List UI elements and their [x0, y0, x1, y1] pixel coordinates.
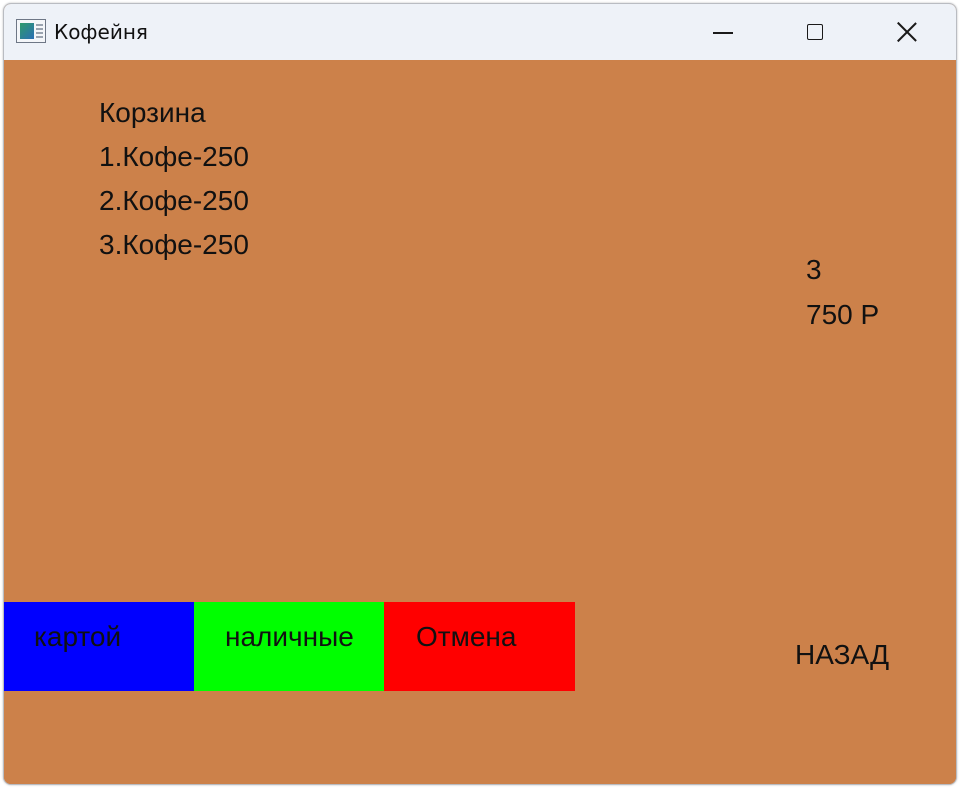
cart-title: Корзина	[99, 97, 206, 128]
cancel-button[interactable]: Отмена	[384, 602, 575, 691]
pay-by-cash-button[interactable]: наличные	[194, 602, 384, 691]
cart-item: 3.Кофе-250	[99, 229, 249, 260]
app-window-icon[interactable]	[16, 19, 46, 43]
cart-item: 1.Кофе-250	[99, 141, 249, 172]
minimize-button[interactable]	[677, 4, 769, 60]
main-content: Корзина 1.Кофе-250 2.Кофе-250 3.Кофе-250…	[4, 60, 956, 784]
cart-total-price: 750 Р	[806, 299, 880, 330]
back-button[interactable]: НАЗАД	[795, 638, 889, 672]
cart-item: 2.Кофе-250	[99, 185, 249, 216]
pay-by-cash-label: наличные	[225, 621, 354, 652]
window-title: Кофейня	[54, 20, 148, 44]
cart-item-count: 3	[806, 254, 822, 285]
close-icon	[897, 22, 917, 42]
maximize-button[interactable]	[769, 4, 861, 60]
pay-by-card-button[interactable]: картой	[4, 602, 194, 691]
close-button[interactable]	[861, 4, 953, 60]
title-bar[interactable]: Кофейня	[4, 4, 956, 60]
app-window: Кофейня Корзина 1.Кофе-250 2.Кофе-250 3.…	[3, 3, 957, 785]
pay-by-card-label: картой	[34, 621, 122, 652]
maximize-icon	[807, 24, 823, 40]
minimize-icon	[713, 32, 733, 34]
cancel-label: Отмена	[416, 621, 517, 652]
